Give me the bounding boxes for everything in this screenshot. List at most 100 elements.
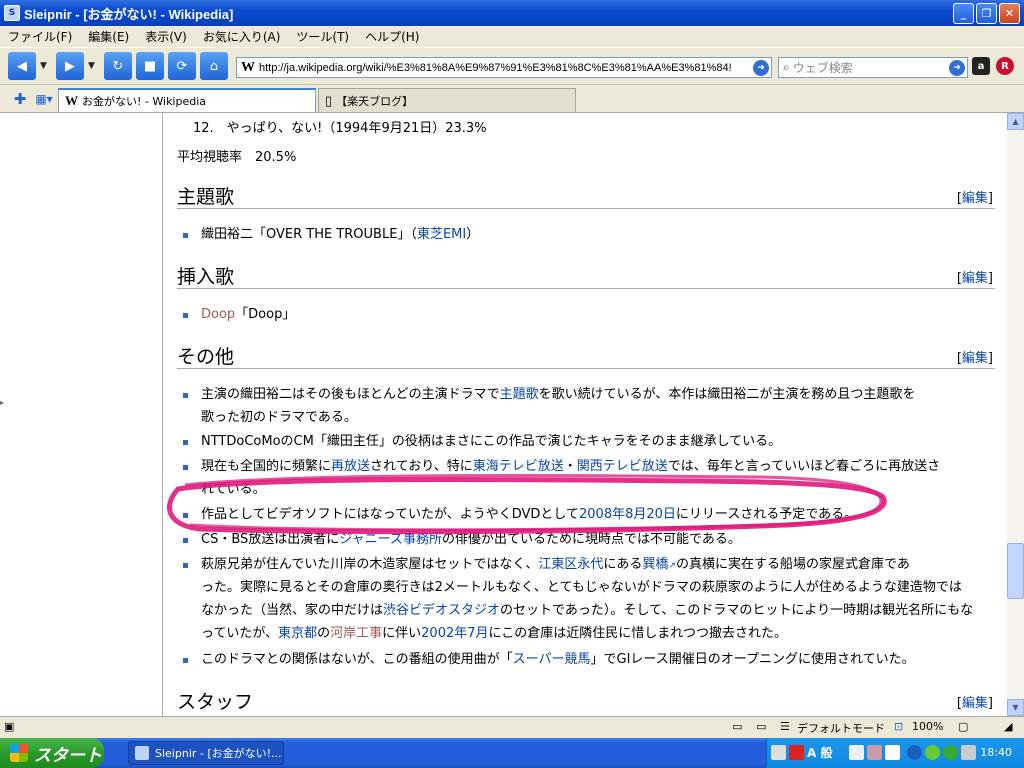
network-icon[interactable] xyxy=(943,745,958,760)
sidebar-toggle-handle[interactable]: ▸ xyxy=(0,398,4,412)
article-body: 12. やっぱり、ない!（1994年9月21日）23.3% 平均視聴率 20.5… xyxy=(162,113,1007,716)
scroll-down-button[interactable]: ▼ xyxy=(1007,699,1024,716)
link-super-keiba[interactable]: スーパー競馬 xyxy=(513,652,591,667)
tab-rakuten-blog[interactable]: ▯ 【楽天ブログ】 xyxy=(318,88,576,112)
menu-view[interactable]: 表示(V) xyxy=(137,28,195,45)
address-go-icon[interactable]: ➜ xyxy=(753,59,769,76)
bullet xyxy=(183,563,188,568)
tray-expand-icon[interactable] xyxy=(907,745,922,760)
tab-list-icon[interactable]: ▦▾ xyxy=(34,89,54,109)
address-bar[interactable]: W http://ja.wikipedia.org/wiki/%E3%81%8A… xyxy=(236,57,772,78)
taskbar: スタート Sleipnir - [お金がない!... A 般 18:40 xyxy=(0,738,1024,768)
link-tokyo[interactable]: 東京都 xyxy=(278,626,317,641)
start-button[interactable]: スタート xyxy=(0,738,104,768)
list-item: 萩原兄弟が住んでいた川岸の木造家屋はセットではなく、江東区永代にある巽橋↗の真横… xyxy=(201,557,910,572)
taskbar-item-sleipnir[interactable]: Sleipnir - [お金がない!... xyxy=(128,741,284,765)
menu-help[interactable]: ヘルプ(H) xyxy=(357,28,427,45)
title-bar: S Sleipnir - [お金がない! - Wikipedia] _ ❐ ✕ xyxy=(0,0,1024,26)
system-tray: A 般 18:40 xyxy=(766,738,1024,768)
link-release-date[interactable]: 2008年8月20日 xyxy=(579,507,676,522)
popup-block-icon[interactable]: ▭ xyxy=(732,720,742,733)
tab-wikipedia[interactable]: W お金がない! - Wikipedia xyxy=(58,88,316,112)
list-item: このドラマとの関係はないが、この番組の使用曲が「スーパー競馬」でGIレース開催日… xyxy=(201,652,915,667)
messenger-icon[interactable] xyxy=(925,745,940,760)
link-theme-song[interactable]: 主題歌 xyxy=(500,387,539,402)
amazon-icon[interactable]: a xyxy=(972,57,990,75)
link-tatsumi-bridge[interactable]: 巽橋 xyxy=(642,557,668,572)
ime-icon[interactable] xyxy=(789,745,804,760)
edit-link-theme-song: [編集] xyxy=(956,191,993,206)
close-button[interactable]: ✕ xyxy=(999,2,1020,24)
list-item: CS・BS放送は出演者にジャニーズ事務所の俳優が出ているために現時点では不可能で… xyxy=(201,532,741,547)
minimize-button[interactable]: _ xyxy=(953,2,974,24)
stop-button[interactable]: ■ xyxy=(136,52,164,80)
resize-grip-icon[interactable]: ◢ xyxy=(1004,720,1012,733)
search-box[interactable]: ⌕ ウェブ検索 ➜ xyxy=(778,57,968,78)
navigation-toolbar: ◀ ▼ ▶ ▼ ↻ ■ ⟳ ⌂ W http://ja.wikipedia.or… xyxy=(0,47,1024,85)
link-johnnys[interactable]: ジャニーズ事務所 xyxy=(339,532,442,547)
average-rating: 平均視聴率 20.5% xyxy=(177,150,297,165)
forward-history-dropdown[interactable]: ▼ xyxy=(88,61,98,71)
edit-link[interactable]: 編集 xyxy=(962,351,988,366)
list-item: 現在も全国的に頻繁に再放送されており、特に東海テレビ放送・関西テレビ放送では、毎… xyxy=(201,459,941,474)
menu-favorites[interactable]: お気に入り(A) xyxy=(195,28,289,45)
edit-link-other: [編集] xyxy=(956,351,993,366)
zoom-level[interactable]: 100% xyxy=(912,720,943,733)
ime-tool-icon[interactable] xyxy=(849,745,864,760)
new-tab-icon[interactable]: ✚ xyxy=(10,89,30,109)
panel-icon[interactable]: ▢ xyxy=(958,720,968,733)
refresh-all-button[interactable]: ⟳ xyxy=(168,52,196,80)
edit-link[interactable]: 編集 xyxy=(962,191,988,206)
link-shibuya-video-studio[interactable]: 渋谷ビデオスタジオ xyxy=(383,603,500,618)
link-koto-ku[interactable]: 江東区 xyxy=(538,557,577,572)
section-heading-staff: スタッフ xyxy=(177,691,254,713)
list-item: 織田裕二「OVER THE TROUBLE」（東芝EMI） xyxy=(201,227,480,242)
help-icon[interactable] xyxy=(885,745,900,760)
reload-button[interactable]: ↻ xyxy=(104,52,132,80)
forward-button[interactable]: ▶ xyxy=(56,52,84,80)
volume-icon[interactable] xyxy=(961,745,976,760)
vertical-scrollbar[interactable]: ▲ ▼ xyxy=(1007,113,1024,716)
bullet xyxy=(183,313,188,318)
ime-mode[interactable]: A 般 xyxy=(807,744,832,761)
clock: 18:40 xyxy=(980,746,1012,759)
heading-divider xyxy=(177,208,995,209)
security-icon[interactable]: ▭ xyxy=(756,720,766,733)
link-toshiba-emi[interactable]: 東芝EMI xyxy=(417,227,466,242)
arrow-right-icon: ▶ xyxy=(65,58,75,74)
home-button[interactable]: ⌂ xyxy=(200,52,228,80)
menu-bar: ファイル(F) 編集(E) 表示(V) お気に入り(A) ツール(T) ヘルプ(… xyxy=(0,26,1024,46)
link-2002-july[interactable]: 2002年7月 xyxy=(421,626,488,641)
heading-divider xyxy=(177,368,995,369)
scroll-up-button[interactable]: ▲ xyxy=(1007,113,1024,130)
keyboard-icon[interactable] xyxy=(771,745,786,760)
maximize-button[interactable]: ❐ xyxy=(976,2,997,24)
rakuten-icon[interactable]: R xyxy=(996,57,1014,75)
list-item: NTTDoCoMoのCM「織田主任」の役柄はまさにこの作品で演じたキャラをそのま… xyxy=(201,434,782,449)
link-kansai-tv[interactable]: 関西テレビ放送 xyxy=(577,459,668,474)
ime-pad-icon[interactable] xyxy=(867,745,882,760)
scroll-thumb[interactable] xyxy=(1007,543,1024,599)
search-input[interactable]: ウェブ検索 xyxy=(793,59,853,76)
taskbar-item-label: Sleipnir - [お金がない!... xyxy=(155,747,282,760)
edit-link-insert-song: [編集] xyxy=(956,271,993,286)
back-button[interactable]: ◀ xyxy=(8,52,36,80)
tab-label: お金がない! - Wikipedia xyxy=(82,95,207,108)
wikipedia-favicon: W xyxy=(241,59,255,75)
edit-link[interactable]: 編集 xyxy=(962,271,988,286)
back-history-dropdown[interactable]: ▼ xyxy=(40,61,50,71)
link-doop[interactable]: Doop xyxy=(201,307,235,322)
menu-tools[interactable]: ツール(T) xyxy=(288,28,357,45)
link-eitai[interactable]: 永代 xyxy=(577,557,603,572)
link-tokai-tv[interactable]: 東海テレビ放送 xyxy=(473,459,564,474)
menu-file[interactable]: ファイル(F) xyxy=(0,28,80,45)
address-url[interactable]: http://ja.wikipedia.org/wiki/%E3%81%8A%E… xyxy=(259,62,732,74)
link-rerun[interactable]: 再放送 xyxy=(331,459,370,474)
search-go-icon[interactable]: ➜ xyxy=(949,59,965,76)
rating-list-item: 12. やっぱり、ない!（1994年9月21日）23.3% xyxy=(193,121,487,136)
page-icon: ▯ xyxy=(325,92,333,108)
link-riverbank-work[interactable]: 河岸工事 xyxy=(330,626,382,641)
menu-edit[interactable]: 編集(E) xyxy=(80,28,137,45)
edit-link[interactable]: 編集 xyxy=(962,696,988,711)
browse-mode[interactable]: デフォルトモード xyxy=(797,720,885,736)
